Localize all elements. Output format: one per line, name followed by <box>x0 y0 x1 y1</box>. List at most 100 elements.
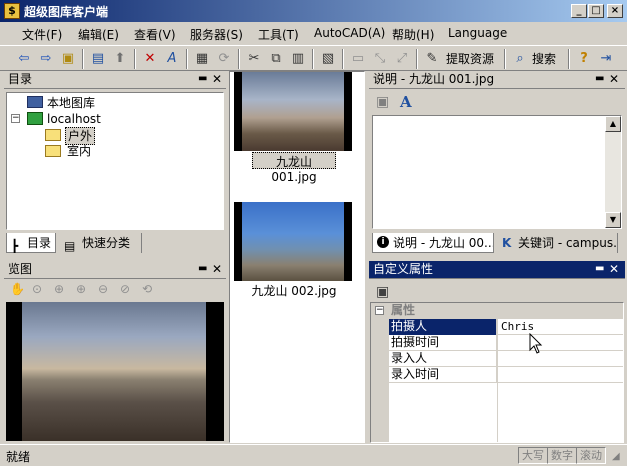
save-icon[interactable]: ▣ <box>376 284 389 300</box>
menu-language[interactable]: Language <box>448 26 507 40</box>
tab-quick-category[interactable]: ▤ 快速分类 <box>62 233 142 253</box>
menu-server[interactable]: 服务器(S) <box>190 26 243 43</box>
resize-grip-icon[interactable]: ◢ <box>612 451 620 462</box>
tab-keywords[interactable]: K 关键词 - campus.... <box>498 233 618 253</box>
export-icon[interactable]: ⬆ <box>110 50 130 68</box>
zoom-out-icon[interactable]: ⊖ <box>98 282 108 296</box>
thumbnail-image-1 <box>242 72 344 151</box>
panel-close-icon[interactable]: ✕ <box>212 73 222 85</box>
menu-file[interactable]: 文件(F) <box>22 26 62 43</box>
description-panel-header: 说明 - 九龙山 001.jpg ▬ ✕ <box>369 71 625 89</box>
description-panel-title: 说明 - 九龙山 001.jpg <box>373 72 495 86</box>
folder-icon <box>45 145 61 157</box>
help-icon[interactable]: ? <box>574 50 594 68</box>
description-scrollbar[interactable]: ▲ ▼ <box>605 116 621 228</box>
mouse-cursor-icon <box>529 333 543 354</box>
zoom-previous-icon[interactable]: ⟲ <box>142 282 152 296</box>
minimize-button[interactable]: _ <box>571 4 587 18</box>
save-icon[interactable]: ▣ <box>376 94 389 110</box>
thumbnail-1[interactable] <box>234 72 352 151</box>
menu-autocad[interactable]: AutoCAD(A) <box>314 26 385 40</box>
delete-icon[interactable]: ✕ <box>140 50 160 68</box>
zoom-actual-icon[interactable]: ⊕ <box>54 282 64 296</box>
tab-catalog[interactable]: ┣ 目录 <box>6 233 56 253</box>
properties-panel-header: 自定义属性 ▬ ✕ <box>369 261 625 279</box>
forward-icon[interactable]: ⇨ <box>36 50 56 68</box>
font-icon[interactable]: A <box>400 93 412 111</box>
copy-icon[interactable]: ⧉ <box>266 50 286 68</box>
property-group-label: 属性 <box>391 303 416 317</box>
keyword-icon: K <box>502 236 512 250</box>
thumbnail-icon[interactable]: ▧ <box>318 50 338 68</box>
catalog-tabs: ┣ 目录 ▤ 快速分类 <box>6 233 224 255</box>
pin-icon[interactable]: ▬ <box>198 263 207 275</box>
close-button[interactable]: × <box>607 4 623 18</box>
import-icon[interactable]: ▤ <box>88 50 108 68</box>
window-title: 超级图库客户端 <box>24 5 109 19</box>
cut-icon[interactable]: ✂ <box>244 50 264 68</box>
property-value-input[interactable]: Chris <box>497 319 621 335</box>
menu-tools[interactable]: 工具(T) <box>258 26 299 43</box>
search-icon[interactable]: ⌕ <box>510 50 530 68</box>
thumbnail-2[interactable] <box>234 202 352 281</box>
scroll-up-icon[interactable]: ▲ <box>605 116 621 132</box>
properties-icon[interactable]: ▦ <box>192 50 212 68</box>
tab-description[interactable]: i 说明 - 九龙山 00... <box>372 233 494 253</box>
collapse-icon[interactable]: − <box>11 114 20 123</box>
extract-button[interactable]: 提取资源 <box>446 50 494 68</box>
property-row[interactable]: 录入人 <box>371 351 623 367</box>
refresh-icon[interactable]: ⟳ <box>214 50 234 68</box>
properties-toolbar: ▣ <box>372 282 622 302</box>
toolbar: ⇦ ⇨ ▣ ▤ ⬆ ✕ A ▦ ⟳ ✂ ⧉ ▥ ▧ ▭ ⤡ ⤢ ✎ 提取资源 ⌕… <box>0 45 627 71</box>
thumbnail-list: 九龙山 001.jpg 九龙山 002.jpg <box>229 71 365 443</box>
pin-icon[interactable]: ▬ <box>595 263 604 275</box>
menu-view[interactable]: 查看(V) <box>134 26 176 43</box>
property-value-input[interactable] <box>497 335 621 351</box>
app-icon: $ <box>4 3 20 19</box>
zoom-window-icon[interactable]: ⊘ <box>120 282 130 296</box>
exit-icon[interactable]: ⇥ <box>596 50 616 68</box>
property-grid: − 属性 拍摄人 Chris 拍摄时间 录入人 录入时间 <box>370 302 624 443</box>
paste-icon[interactable]: ▥ <box>288 50 308 68</box>
property-value-input[interactable] <box>497 367 621 383</box>
open-folder-icon[interactable]: ▭ <box>348 50 368 68</box>
connect-icon[interactable]: ⤡ <box>370 50 390 68</box>
back-icon[interactable]: ⇦ <box>14 50 34 68</box>
panel-close-icon[interactable]: ✕ <box>609 73 619 85</box>
property-value-input[interactable] <box>497 351 621 367</box>
scroll-lock-indicator: 滚动 <box>576 447 606 464</box>
rename-icon[interactable]: A <box>162 50 182 68</box>
description-textarea[interactable]: ▲ ▼ <box>372 115 622 229</box>
property-row[interactable]: 拍摄人 Chris <box>371 319 623 335</box>
property-row[interactable]: 拍摄时间 <box>371 335 623 351</box>
menu-help[interactable]: 帮助(H) <box>392 26 434 43</box>
server-icon <box>27 112 43 125</box>
menu-edit[interactable]: 编辑(E) <box>78 26 119 43</box>
folder-open-icon <box>45 129 61 141</box>
preview-image <box>22 302 206 441</box>
maximize-button[interactable]: □ <box>588 4 604 18</box>
folder-up-icon[interactable]: ▣ <box>58 50 78 68</box>
pin-icon[interactable]: ▬ <box>595 73 604 85</box>
search-button[interactable]: 搜索 <box>532 50 556 68</box>
thumbnail-caption-1[interactable]: 九龙山 001.jpg <box>252 152 336 184</box>
property-row[interactable]: 录入时间 <box>371 367 623 383</box>
collapse-icon[interactable]: − <box>375 306 384 315</box>
panel-close-icon[interactable]: ✕ <box>212 263 222 275</box>
pin-icon[interactable]: ▬ <box>198 73 207 85</box>
hand-tool-icon[interactable]: ✋ <box>10 282 25 296</box>
thumbnail-image-2 <box>242 202 344 281</box>
scroll-down-icon[interactable]: ▼ <box>605 212 621 228</box>
zoom-fit-icon[interactable]: ⊙ <box>32 282 42 296</box>
properties-panel-title: 自定义属性 <box>373 262 434 276</box>
num-lock-indicator: 数字 <box>547 447 577 464</box>
zoom-in-icon[interactable]: ⊕ <box>76 282 86 296</box>
thumbnail-caption-2[interactable]: 九龙山 002.jpg <box>250 282 338 299</box>
extract-icon[interactable]: ✎ <box>422 50 442 68</box>
property-group-header[interactable]: − 属性 <box>371 303 623 319</box>
caps-lock-indicator: 大写 <box>518 447 548 464</box>
disconnect-icon[interactable]: ⤢ <box>392 50 412 68</box>
panel-close-icon[interactable]: ✕ <box>609 263 619 275</box>
info-icon: i <box>377 236 389 248</box>
title-bar: $ 超级图库客户端 _ □ × <box>0 0 627 22</box>
